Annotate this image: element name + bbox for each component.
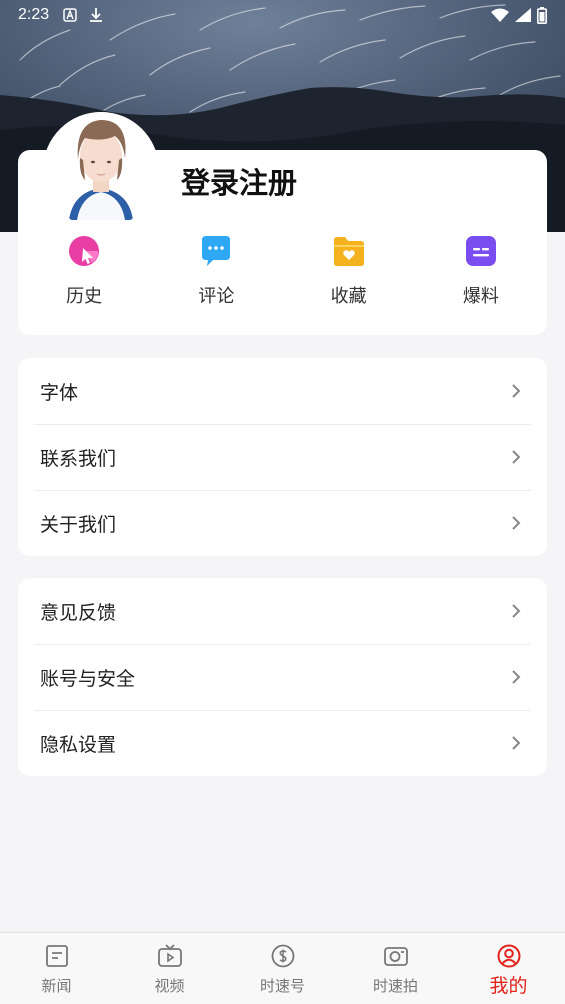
profile-icon xyxy=(497,944,520,968)
quick-action-comment[interactable]: 评论 xyxy=(150,234,282,308)
avatar[interactable] xyxy=(43,112,159,228)
tab-label: 时速拍 xyxy=(372,977,418,995)
chevron-right-icon xyxy=(512,450,521,464)
quick-action-label: 收藏 xyxy=(330,286,367,307)
video-icon xyxy=(157,944,182,967)
menu-item-label: 意见反馈 xyxy=(40,601,117,624)
battery-icon xyxy=(537,6,547,24)
wifi-icon xyxy=(491,8,509,22)
tab-shisu-hao[interactable]: 时速号 xyxy=(226,933,339,1004)
menu-item-font[interactable]: 字体 xyxy=(18,358,547,424)
menu-item-about-us[interactable]: 关于我们 xyxy=(18,490,547,556)
menu-item-contact-us[interactable]: 联系我们 xyxy=(18,424,547,490)
shisu-hao-icon xyxy=(271,944,294,968)
settings-group-1: 字体 联系我们 关于我们 xyxy=(18,358,547,556)
menu-item-label: 账号与安全 xyxy=(40,667,136,690)
settings-group-2: 意见反馈 账号与安全 隐私设置 xyxy=(18,578,547,776)
quick-action-label: 历史 xyxy=(66,286,103,307)
menu-item-label: 隐私设置 xyxy=(40,733,117,756)
signal-icon xyxy=(515,8,531,22)
bottom-tab-bar: 新闻 视频 时速号 时速拍 我的 xyxy=(0,932,565,1004)
app-a-icon xyxy=(63,8,77,22)
mine-page: 2:23 登录注册 历史 评论 收藏 爆料 字体 联系我们 关于我们 意见反馈 … xyxy=(0,0,565,1004)
download-icon xyxy=(90,8,103,22)
camera-icon xyxy=(383,947,408,966)
chevron-right-icon xyxy=(512,516,521,530)
tab-label: 视频 xyxy=(154,977,185,995)
tab-video[interactable]: 视频 xyxy=(113,933,226,1004)
chevron-right-icon xyxy=(512,736,521,750)
menu-item-privacy-settings[interactable]: 隐私设置 xyxy=(18,710,547,776)
chevron-right-icon xyxy=(512,670,521,684)
login-register-link[interactable]: 登录注册 xyxy=(181,160,297,202)
quick-action-tip-off[interactable]: 爆料 xyxy=(415,234,547,308)
status-bar: 2:23 xyxy=(0,0,565,30)
tab-news[interactable]: 新闻 xyxy=(0,933,113,1004)
menu-item-label: 字体 xyxy=(40,381,79,404)
status-time: 2:23 xyxy=(18,6,50,23)
quick-action-label: 爆料 xyxy=(462,286,499,307)
tip-off-icon xyxy=(465,236,496,266)
favorite-icon xyxy=(333,237,364,266)
chevron-right-icon xyxy=(512,604,521,618)
quick-actions: 历史 评论 收藏 爆料 xyxy=(18,234,547,308)
menu-item-label: 联系我们 xyxy=(40,447,117,470)
tab-label: 我的 xyxy=(489,975,528,997)
tab-label: 时速号 xyxy=(259,977,305,995)
menu-item-label: 关于我们 xyxy=(40,513,117,536)
news-icon xyxy=(45,945,68,967)
quick-action-history[interactable]: 历史 xyxy=(18,234,150,308)
tab-label: 新闻 xyxy=(41,977,72,995)
chevron-right-icon xyxy=(512,384,521,398)
tab-shisu-pai[interactable]: 时速拍 xyxy=(339,933,452,1004)
tab-mine[interactable]: 我的 xyxy=(452,933,565,1004)
menu-item-feedback[interactable]: 意见反馈 xyxy=(18,578,547,644)
comment-icon xyxy=(202,236,231,266)
history-icon xyxy=(69,236,100,266)
quick-action-favorite[interactable]: 收藏 xyxy=(283,234,415,308)
quick-action-label: 评论 xyxy=(198,286,235,307)
menu-item-account-security[interactable]: 账号与安全 xyxy=(18,644,547,710)
